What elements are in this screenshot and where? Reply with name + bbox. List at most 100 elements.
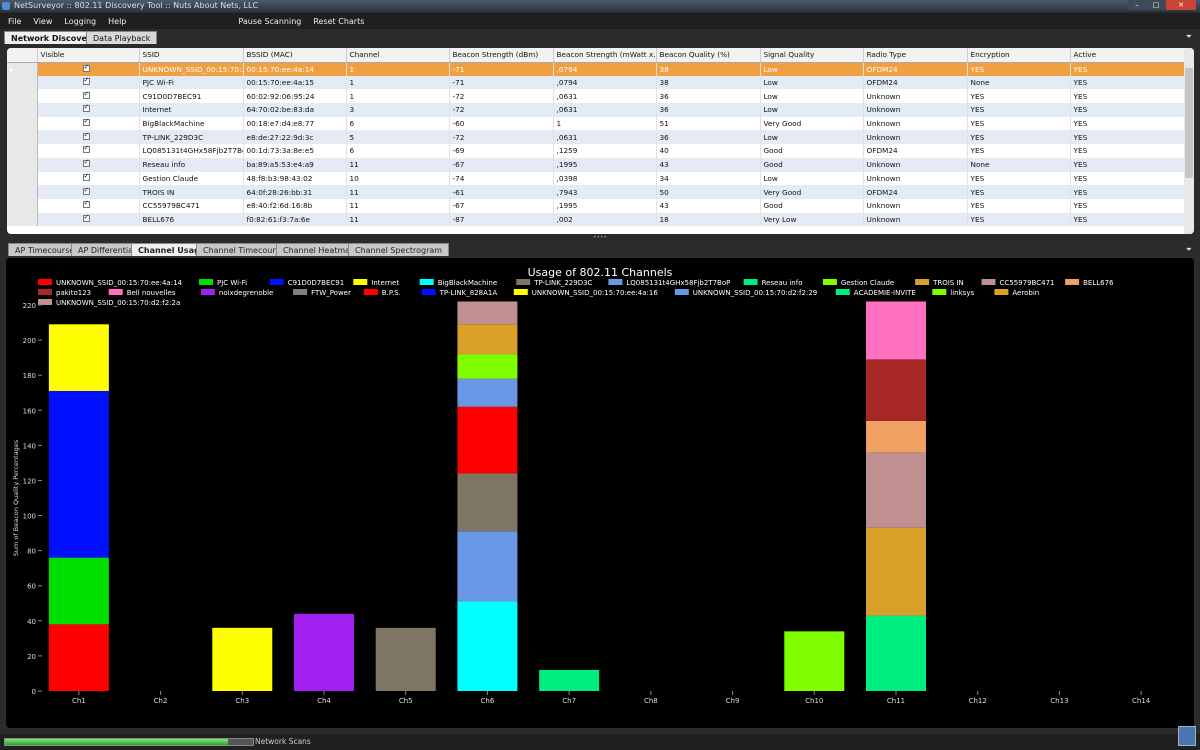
row-header[interactable]: ▸ xyxy=(7,62,38,76)
row-header[interactable] xyxy=(7,89,38,104)
row-header[interactable] xyxy=(7,171,38,186)
menu-help[interactable]: Help xyxy=(108,17,126,26)
table-cell: 36 xyxy=(656,103,761,117)
table-cell: ,1995 xyxy=(553,198,657,213)
table-cell: YES xyxy=(1070,116,1185,131)
close-icon[interactable]: ✕ xyxy=(1166,0,1196,10)
table-row[interactable]: CC55979BC471e8:40:f2:6d:16:8b11-67,19954… xyxy=(7,198,1185,213)
table-row[interactable]: LQ085131t4GHx58Fjb2T7BoP00:1d:73:3a:8e:e… xyxy=(7,144,1185,158)
column-header[interactable]: Visible xyxy=(37,48,140,63)
panel-splitter[interactable]: •••• xyxy=(590,235,610,241)
table-cell: 10 xyxy=(346,171,450,186)
column-header[interactable]: Signal Quality xyxy=(760,48,864,63)
table-row[interactable]: ▸ UNKNOWN_SSID_00:15:70:...00:15:70:ee:4a… xyxy=(7,62,1185,76)
visible-cell xyxy=(37,212,140,227)
x-tick-label: Ch12 xyxy=(969,697,987,705)
visible-checkbox[interactable] xyxy=(82,103,90,113)
visible-checkbox[interactable] xyxy=(82,199,90,209)
table-cell: Low xyxy=(760,75,864,90)
x-tick-label: Ch1 xyxy=(72,697,86,705)
table-cell: -60 xyxy=(449,116,554,131)
menu-view[interactable]: View xyxy=(33,17,52,26)
column-header[interactable]: Channel xyxy=(346,48,450,63)
bar-segment xyxy=(457,354,518,379)
visible-checkbox[interactable] xyxy=(82,186,90,195)
visible-checkbox[interactable] xyxy=(82,63,90,72)
table-cell: 18 xyxy=(656,212,761,227)
column-header[interactable]: Encryption xyxy=(967,48,1071,63)
tab-channel-spectrogram[interactable]: Channel Spectrogram xyxy=(348,243,450,256)
legend-swatch xyxy=(981,279,996,285)
table-row[interactable]: C91D0D7BEC9160:02:92:06:95:241-72,063136… xyxy=(7,89,1185,104)
channel-usage-chart-panel: Usage of 802.11 Channels UNKNOWN_SSID_00:… xyxy=(6,258,1194,728)
table-row[interactable]: BigBlackMachine00:18:e7:d4:e8:776-60151V… xyxy=(7,116,1185,131)
pause-scanning-button[interactable]: Pause Scanning xyxy=(238,17,301,26)
table-cell: YES xyxy=(1070,89,1185,104)
table-row[interactable]: BELL676f0:82:61:f3:7a:6e11-87,00218Very … xyxy=(7,212,1185,227)
table-cell: 11 xyxy=(346,157,450,172)
visible-checkbox[interactable] xyxy=(82,131,90,140)
menu-logging[interactable]: Logging xyxy=(64,17,96,26)
chevron-down-icon[interactable]: ⏷ xyxy=(1186,245,1192,255)
column-header[interactable]: Radio Type xyxy=(863,48,968,63)
table-scrollbar[interactable] xyxy=(1184,48,1194,234)
visible-cell xyxy=(37,103,140,117)
table-cell: YES xyxy=(1070,185,1185,199)
visible-checkbox[interactable] xyxy=(82,76,90,86)
legend-label: TP-LINK_828A1A xyxy=(439,289,498,297)
table-cell: 00:18:e7:d4:e8:77 xyxy=(243,116,347,131)
bar-segment xyxy=(48,624,109,691)
visible-checkbox[interactable] xyxy=(82,158,90,168)
visible-checkbox[interactable] xyxy=(82,172,90,181)
table-row[interactable]: TROIS IN64:0f:28:26:bb:3111-61,794350Ver… xyxy=(7,185,1185,199)
row-header[interactable] xyxy=(7,144,38,158)
minimize-icon[interactable]: – xyxy=(1128,0,1146,10)
table-cell: e8:de:27:22:9d:3c xyxy=(243,130,347,145)
visible-checkbox[interactable] xyxy=(82,117,90,127)
chevron-down-icon[interactable]: ⏷ xyxy=(1186,32,1192,42)
column-header[interactable]: Beacon Strength (mWatt x... xyxy=(553,48,657,63)
table-row[interactable]: TP-LINK_229D3Ce8:de:27:22:9d:3c5-72,0631… xyxy=(7,130,1185,145)
visible-checkbox[interactable] xyxy=(82,213,90,222)
table-row[interactable]: PJC Wi-Fi00:15:70:ee:4a:151-71,079438Low… xyxy=(7,75,1185,90)
bar-segment xyxy=(375,627,436,691)
table-cell: YES xyxy=(967,144,1071,158)
row-header[interactable] xyxy=(7,75,38,90)
legend-swatch xyxy=(38,289,52,295)
bar-segment xyxy=(48,390,109,558)
column-header[interactable]: SSID xyxy=(139,48,244,63)
visible-checkbox[interactable] xyxy=(82,90,90,99)
maximize-icon[interactable]: □ xyxy=(1147,0,1165,10)
table-cell: -61 xyxy=(449,185,554,199)
reset-charts-button[interactable]: Reset Charts xyxy=(313,17,364,26)
column-header[interactable]: Beacon Strength (dBm) xyxy=(449,48,554,63)
table-row[interactable]: Reseau infoba:89:a5:53:e4:a911-67,199543… xyxy=(7,157,1185,172)
table-cell: YES xyxy=(1070,212,1185,227)
row-header[interactable] xyxy=(7,157,38,172)
column-header[interactable]: BSSID (MAC) xyxy=(243,48,347,63)
row-header[interactable] xyxy=(7,116,38,131)
column-header[interactable]: Active xyxy=(1070,48,1185,63)
tab-data-playback[interactable]: Data Playback xyxy=(86,31,158,44)
table-cell: TP-LINK_229D3C xyxy=(139,130,244,145)
legend-swatch xyxy=(38,279,52,285)
menu-file[interactable]: File xyxy=(8,17,21,26)
bar-segment xyxy=(457,601,518,691)
visible-cell xyxy=(37,185,140,199)
table-cell: 00:15:70:ee:4a:15 xyxy=(243,75,347,90)
scroll-down-icon[interactable] xyxy=(1178,726,1196,746)
row-header[interactable] xyxy=(7,130,38,145)
table-cell: YES xyxy=(1070,144,1185,158)
table-row[interactable]: Internet64:70:02:be:83:da3-72,063136LowU… xyxy=(7,103,1185,117)
table-cell: ,0631 xyxy=(553,89,657,104)
row-header[interactable] xyxy=(7,198,38,213)
table-row[interactable]: Gestion Claude48:f8:b3:98:43:0210-74,039… xyxy=(7,171,1185,186)
row-header[interactable] xyxy=(7,103,38,117)
legend-swatch xyxy=(743,279,758,285)
table-cell: YES xyxy=(967,171,1071,186)
row-header[interactable] xyxy=(7,185,38,199)
column-header[interactable]: Beacon Quality (%) xyxy=(656,48,761,63)
row-header[interactable] xyxy=(7,212,38,227)
visible-checkbox[interactable] xyxy=(82,144,90,154)
scrollbar-thumb[interactable] xyxy=(1185,68,1193,178)
